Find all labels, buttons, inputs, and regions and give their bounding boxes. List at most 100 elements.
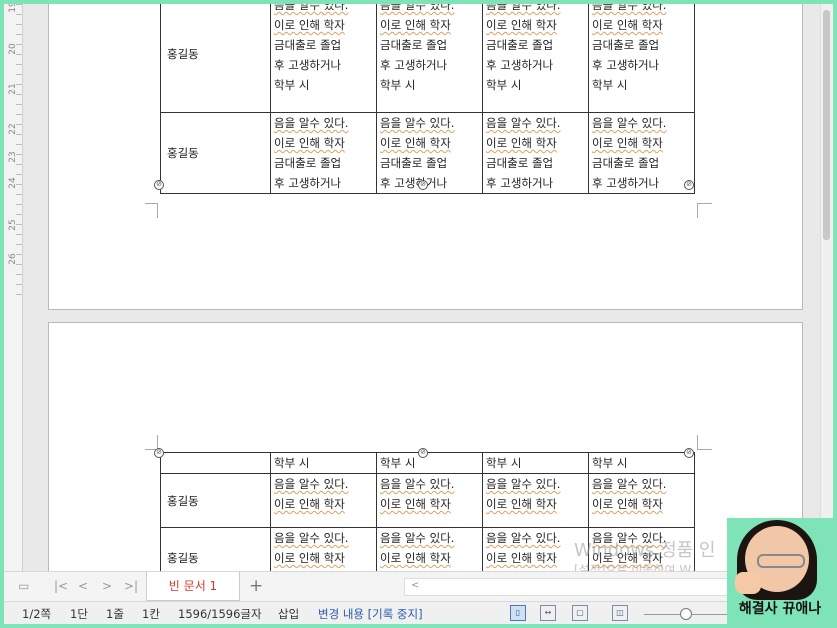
ruler-tick — [16, 244, 22, 245]
ruler-tick — [16, 264, 22, 265]
ruler-tick — [16, 224, 22, 225]
status-line: 1줄 — [106, 607, 124, 621]
status-col-pos: 1칸 — [142, 607, 160, 621]
text-cell[interactable]: 학부 시 — [376, 452, 483, 474]
cell-text-line: 음을 알수 있다. — [486, 4, 561, 12]
add-tab-button[interactable]: + — [249, 576, 263, 596]
text-cell[interactable]: 음을 알수 있다. 이로 인해 학자 금대출로 졸업 후 고생하거나 — [376, 112, 483, 194]
prev-tab-icon[interactable]: < — [78, 579, 88, 593]
text-cell[interactable]: 음을 알수 있다. 이로 인해 학자 — [376, 473, 483, 528]
view-width-icon[interactable]: ↔ — [540, 605, 556, 621]
ruler-tick — [16, 214, 22, 215]
name-cell[interactable]: 홍길동 — [160, 4, 271, 113]
text-cell[interactable]: 학부 시 — [482, 452, 589, 474]
cell-text-line: 이로 인해 학자 — [592, 497, 663, 511]
ruler-tick — [16, 114, 22, 115]
cell-text-line: 후 고생하거나 — [486, 176, 554, 190]
text-cell[interactable]: 음을 알수 있다. 이로 인해 학자 금대출로 졸업 후 고생하거나 — [482, 112, 589, 194]
status-page[interactable]: 1/2쪽 — [22, 606, 51, 622]
cell-text-line: 이로 인해 학자 — [274, 18, 345, 32]
ruler-number: 19 — [8, 4, 18, 13]
cell-text-line: 음을 알수 있다. — [380, 116, 455, 130]
ruler-tick — [16, 294, 22, 295]
tab-document-1[interactable]: 빈 문서 1 — [146, 572, 240, 601]
text-cell[interactable]: 음을 알수 있다. 이로 인해 학자 금대출로 졸업 후 고생하거나 학부 시 — [270, 4, 377, 113]
text-cell[interactable]: 음을 알수 있다. 이로 인해 학자 금대출로 졸업 후 고생하거나 학부 시 — [482, 4, 589, 113]
cell-text-line: 후 고생하거나 — [274, 176, 342, 190]
page-icon[interactable]: ▭ — [18, 579, 29, 593]
cell-text-line: 학부 시 — [380, 456, 416, 470]
avatar-label: 해결사 뀨애나 — [738, 601, 822, 617]
status-column: 1단 — [70, 607, 88, 621]
first-tab-icon[interactable]: |< — [54, 579, 68, 593]
ruler-tick — [16, 234, 22, 235]
text-cell[interactable]: 음을 알수 있다. 이로 인해 학자 금대출로 졸업 후 고생하거나 학부 시 — [588, 4, 695, 113]
next-tab-icon[interactable]: > — [102, 579, 112, 593]
ruler-tick — [16, 44, 22, 45]
text-cell[interactable]: 음을 알수 있다. 이로 인해 학자 — [482, 473, 589, 528]
text-cell[interactable]: 음을 알수 있다. 이로 인해 학자 — [270, 473, 377, 528]
cell-text-line: 음을 알수 있다. — [592, 4, 667, 12]
cell-text-line: 학부 시 — [380, 78, 416, 92]
table-resize-handle[interactable]: ⊘ — [154, 448, 164, 458]
cell-text-line: 금대출로 졸업 — [592, 38, 660, 52]
view-normal-icon[interactable]: ▯ — [510, 605, 526, 621]
ruler-tick — [16, 154, 22, 155]
text-cell[interactable]: 음을 알수 있다. 이로 인해 학자 — [588, 473, 695, 528]
cell-text-line: 학부 시 — [486, 78, 522, 92]
ruler-tick — [16, 34, 22, 35]
table-resize-handle[interactable]: ⊘ — [684, 448, 694, 458]
cell-text-line: 금대출로 졸업 — [274, 38, 342, 52]
cell-text-line: 음을 알수 있다. — [592, 116, 667, 130]
table-resize-handle[interactable]: ⊘ — [154, 180, 164, 190]
ruler-tick — [16, 4, 22, 5]
cell-text-line: 후 고생하거나 — [592, 58, 660, 72]
cell-text-line: 음을 알수 있다. — [486, 477, 561, 491]
table-resize-handle[interactable]: ⊘ — [684, 180, 694, 190]
text-cell[interactable]: 음을 알수 있다. 이로 인해 학자 금대출로 졸업 후 고생하거나 — [270, 112, 377, 194]
ruler-number: 25 — [8, 219, 18, 231]
cell-text-line: 학부 시 — [274, 78, 310, 92]
table-resize-handle[interactable]: ⊘ — [418, 180, 428, 190]
cell-text-line: 이로 인해 학자 — [380, 18, 451, 32]
zoom-slider-knob[interactable] — [680, 608, 692, 620]
cell-text-line: 이로 인해 학자 — [380, 136, 451, 150]
ruler-tick — [16, 164, 22, 165]
status-track-changes[interactable]: 변경 내용 [기록 중지] — [318, 606, 423, 622]
view-zoom-icon[interactable]: ◫ — [612, 605, 628, 621]
document-table-top[interactable]: 홍길동 음을 알수 있다. 이로 인해 학자 금대출로 졸업 후 고생하거나 학부 시 음을… — [160, 4, 695, 194]
cell-text-line: 이로 인해 학자 — [274, 497, 345, 511]
text-cell[interactable]: 음을 알수 있다. 이로 인해 학자 금대출로 졸업 후 고생하거나 학부 시 — [376, 4, 483, 113]
table-resize-handle[interactable]: ⊘ — [418, 448, 428, 458]
status-insert-mode[interactable]: 삽입 — [278, 606, 299, 622]
vertical-ruler: 19 20 21 22 23 24 25 26 — [4, 4, 23, 571]
horizontal-scrollbar[interactable]: < — [404, 578, 736, 596]
status-char-count: 1596/1596글자 — [178, 607, 262, 621]
ruler-tick — [16, 204, 22, 205]
text-cell[interactable]: 학부 시 — [270, 452, 377, 474]
cell-text-line: 음을 알수 있다. — [486, 116, 561, 130]
ruler-tick — [16, 104, 22, 105]
cell-text-line: 이로 인해 학자 — [486, 136, 557, 150]
text-cell[interactable]: 학부 시 — [588, 452, 695, 474]
ruler-number: 23 — [8, 151, 18, 163]
cell-text-line: 후 고생하거나 — [274, 58, 342, 72]
cell-text-line: 학부 시 — [486, 456, 522, 470]
cell-text-line: 음을 알수 있다. — [592, 477, 667, 491]
vertical-scrollbar[interactable]: ▼ — [820, 4, 833, 574]
name-cell[interactable] — [160, 452, 271, 474]
text-cell[interactable]: 음을 알수 있다. 이로 인해 학자 금대출로 졸업 후 고생하거나 — [588, 112, 695, 194]
cell-text-line: 이로 인해 학자 — [486, 18, 557, 32]
name-cell[interactable]: 홍길동 — [160, 112, 271, 194]
cell-text-line: 이로 인해 학자 — [380, 551, 451, 565]
document-window: 19 20 21 22 23 24 25 26 홍길동 음을 알수 있다. 이로 인해 학자 금대출… — [4, 4, 833, 624]
scroll-left-arrow[interactable]: < — [411, 580, 419, 591]
cell-text-line: 후 고생하거나 — [380, 58, 448, 72]
scroll-thumb[interactable] — [823, 10, 830, 240]
name-cell[interactable]: 홍길동 — [160, 473, 271, 528]
view-page-icon[interactable]: ▢ — [572, 605, 588, 621]
last-tab-icon[interactable]: >| — [124, 579, 138, 593]
table-row: 홍길동 음을 알수 있다. 이로 인해 학자 음을 알수 있다. 이로 인해 학자 음을 … — [160, 473, 695, 528]
crop-mark — [697, 435, 712, 450]
windows-activation-watermark: Windows 정품 인 — [574, 540, 716, 561]
